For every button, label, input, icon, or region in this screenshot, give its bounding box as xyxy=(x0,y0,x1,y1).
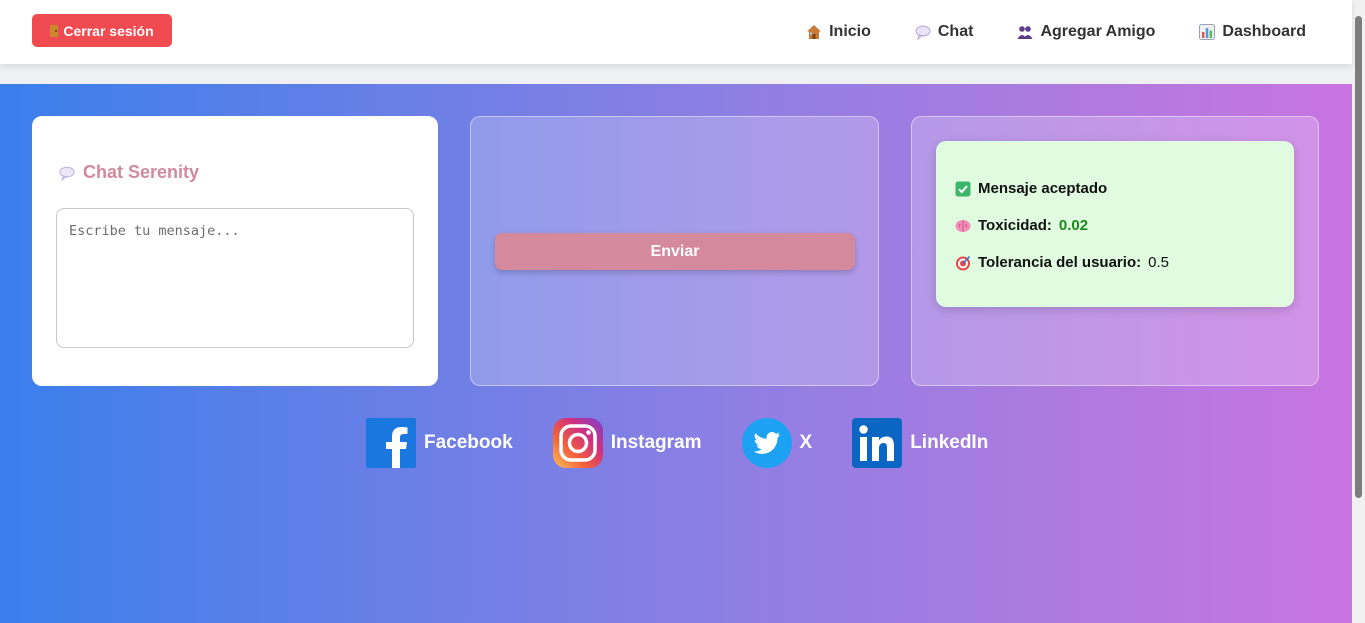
tolerance-value: 0.5 xyxy=(1148,254,1169,271)
nav-link-agregar-amigo[interactable]: Agregar Amigo xyxy=(1017,17,1155,47)
bar-chart-icon xyxy=(1199,24,1216,40)
nav-spacer xyxy=(0,64,1352,84)
house-icon xyxy=(806,24,822,40)
scrollbar-thumb[interactable] xyxy=(1355,16,1362,498)
result-card: Mensaje aceptado Toxicidad: 0.02 Toleran… xyxy=(911,116,1319,386)
social-label: Facebook xyxy=(424,432,513,453)
top-navbar: Cerrar sesión Inicio Chat Agregar Amigo … xyxy=(0,0,1352,64)
facebook-icon xyxy=(366,418,416,468)
social-links: Facebook Instagram X LinkedIn xyxy=(366,418,988,468)
nav-link-label: Chat xyxy=(937,23,974,40)
message-input[interactable] xyxy=(56,208,414,348)
social-link-x[interactable]: X xyxy=(741,418,813,468)
chat-title: Chat Serenity xyxy=(59,162,199,183)
page-scrollbar[interactable] xyxy=(1352,0,1365,623)
nav-link-inicio[interactable]: Inicio xyxy=(806,17,871,47)
nav-link-label: Dashboard xyxy=(1222,23,1306,40)
nav-link-label: Agregar Amigo xyxy=(1040,23,1156,40)
door-icon xyxy=(50,24,59,37)
status-text: Mensaje aceptado xyxy=(978,180,1108,197)
toxicity-value: 0.02 xyxy=(1058,217,1089,234)
result-box: Mensaje aceptado Toxicidad: 0.02 Toleran… xyxy=(936,141,1294,307)
status-line: Mensaje aceptado xyxy=(955,180,1107,197)
toxicity-label: Toxicidad: xyxy=(978,217,1052,234)
chat-card: Chat Serenity xyxy=(32,116,438,386)
social-label: Instagram xyxy=(610,432,702,453)
brain-icon xyxy=(955,218,971,234)
linkedin-icon xyxy=(852,418,903,468)
check-mark-icon xyxy=(955,181,971,197)
send-button[interactable]: Enviar xyxy=(495,233,855,270)
logout-button[interactable]: Cerrar sesión xyxy=(32,14,172,47)
social-label: X xyxy=(799,432,813,453)
twitter-icon xyxy=(741,418,792,468)
main-content: Chat Serenity Enviar Mensaje aceptado To… xyxy=(0,84,1352,623)
tolerance-label: Tolerancia del usuario: xyxy=(978,254,1142,271)
social-link-linkedin[interactable]: LinkedIn xyxy=(852,418,988,468)
people-icon xyxy=(1017,24,1033,40)
nav-links: Inicio Chat Agregar Amigo Dashboard xyxy=(806,0,1306,64)
social-link-facebook[interactable]: Facebook xyxy=(366,418,513,468)
chat-title-text: Chat Serenity xyxy=(83,162,200,182)
instagram-icon xyxy=(552,418,603,468)
send-card: Enviar xyxy=(470,116,879,386)
nav-link-chat[interactable]: Chat xyxy=(915,17,974,47)
logout-label: Cerrar sesión xyxy=(63,22,154,39)
nav-link-label: Inicio xyxy=(829,23,871,40)
target-icon xyxy=(955,255,971,271)
social-link-instagram[interactable]: Instagram xyxy=(552,418,702,468)
speech-bubble-icon xyxy=(59,165,75,181)
nav-link-dashboard[interactable]: Dashboard xyxy=(1199,17,1306,47)
social-label: LinkedIn xyxy=(910,432,989,453)
tolerance-line: Tolerancia del usuario: 0.5 xyxy=(955,254,1169,271)
toxicity-line: Toxicidad: 0.02 xyxy=(955,217,1088,234)
speech-bubble-icon xyxy=(915,24,931,40)
